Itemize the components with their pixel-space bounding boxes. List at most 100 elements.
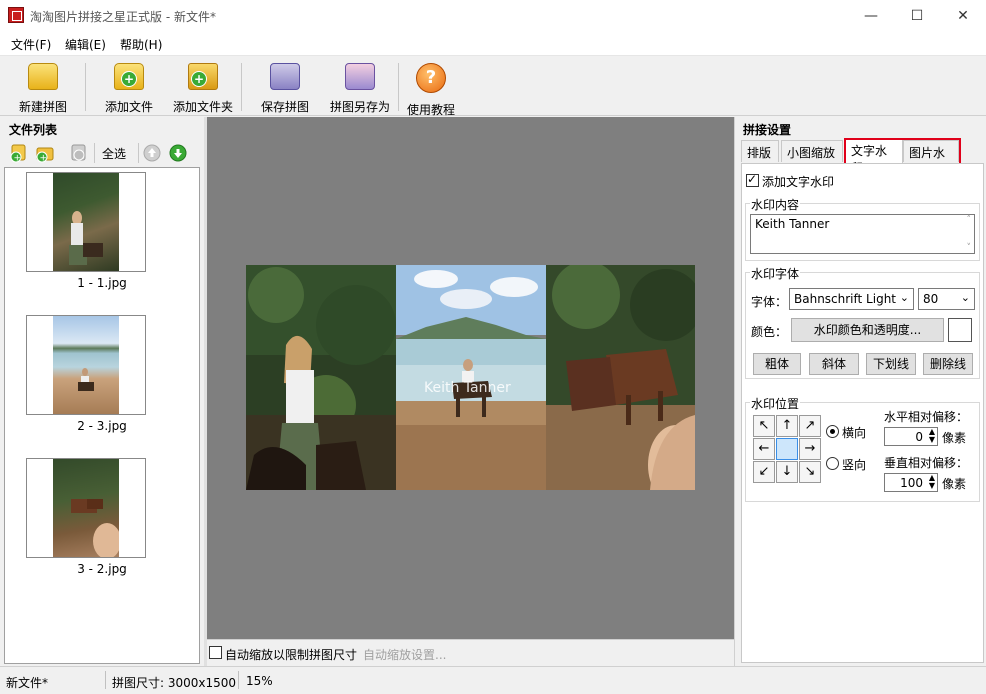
status-filename: 新文件*: [6, 676, 49, 690]
position-center-button[interactable]: [776, 438, 798, 460]
preview-canvas: Keith Tanner: [207, 117, 734, 639]
v-offset-unit: 像素: [942, 477, 967, 491]
add-files-button[interactable]: + 添加文件: [98, 57, 160, 115]
tab-thumbnail-scale[interactable]: 小图缩放: [781, 140, 843, 162]
file-thumbnail[interactable]: [26, 458, 146, 559]
font-size-select[interactable]: 80 ⌄: [918, 288, 975, 310]
watermark-content-input[interactable]: Keith Tanner ˄ ˅: [750, 214, 975, 254]
auto-scale-checkbox[interactable]: [209, 646, 222, 659]
toolbar-separator: [241, 63, 242, 111]
spin-arrows-icon[interactable]: ▲ ▼: [929, 474, 935, 490]
menu-bar: 文件(F) 编辑(E) 帮助(H): [0, 32, 986, 56]
watermark-font-group: 水印字体 字体： Bahnschrift Light ⌄ 80 ⌄ 颜色： 水印…: [745, 265, 980, 379]
settings-title: 拼接设置: [743, 123, 792, 137]
status-bar: 新文件* 拼图尺寸: 3000x1500 15%: [0, 666, 986, 694]
add-folder-button[interactable]: + 添加文件夹: [170, 57, 236, 115]
position-bottom-left-button[interactable]: ↙: [753, 461, 775, 483]
toolbar-separator: [94, 143, 95, 163]
vertical-radio[interactable]: [826, 457, 839, 470]
app-icon: [8, 7, 24, 23]
add-text-watermark-checkbox[interactable]: [746, 172, 759, 187]
position-bottom-button[interactable]: ↓: [776, 461, 798, 483]
position-left-button[interactable]: ←: [753, 438, 775, 460]
bold-button[interactable]: 粗体: [753, 353, 801, 375]
position-top-button[interactable]: ↑: [776, 415, 798, 437]
minimize-button[interactable]: —: [848, 0, 894, 32]
thumbnail-image: [53, 459, 121, 559]
add-file-small-icon[interactable]: +: [9, 143, 29, 164]
strikethrough-button[interactable]: 删除线: [923, 353, 973, 375]
h-offset-label: 水平相对偏移：: [884, 410, 969, 424]
scroll-up-icon[interactable]: ˄: [967, 215, 972, 225]
tutorial-button[interactable]: ? 使用教程: [402, 57, 460, 117]
auto-scale-settings-link[interactable]: 自动缩放设置...: [363, 646, 446, 663]
collage-panel-3: [546, 265, 695, 490]
font-name-select[interactable]: Bahnschrift Light ⌄: [789, 288, 914, 310]
file-thumbnail[interactable]: [26, 315, 146, 415]
v-offset-label: 垂直相对偏移：: [884, 456, 969, 470]
spin-arrows-icon[interactable]: ▲ ▼: [929, 428, 935, 444]
watermark-color-button[interactable]: 水印颜色和透明度...: [791, 318, 944, 342]
scroll-down-icon[interactable]: ˅: [967, 243, 972, 253]
watermark-font-title: 水印字体: [750, 265, 801, 282]
italic-button[interactable]: 斜体: [809, 353, 859, 375]
add-folder-icon: +: [188, 63, 218, 90]
position-top-right-button[interactable]: ↗: [799, 415, 821, 437]
horizontal-radio[interactable]: [826, 425, 839, 438]
save-as-icon: [345, 63, 375, 90]
file-thumbnail[interactable]: [26, 172, 146, 272]
toolbar-separator: [85, 63, 86, 111]
remove-file-icon[interactable]: [69, 143, 89, 163]
add-file-icon: +: [114, 63, 144, 90]
save-collage-button[interactable]: 保存拼图: [254, 57, 316, 115]
new-document-icon: [28, 63, 58, 90]
watermark-position-title: 水印位置: [750, 395, 801, 412]
position-top-left-button[interactable]: ↖: [753, 415, 775, 437]
tab-layout[interactable]: 排版: [741, 140, 779, 162]
menu-help[interactable]: 帮助(H): [120, 36, 162, 53]
file-list-title: 文件列表: [9, 123, 58, 137]
new-collage-label: 新建拼图: [18, 100, 67, 114]
color-swatch[interactable]: [948, 318, 972, 342]
tab-highlight-box: [844, 138, 961, 165]
menu-edit[interactable]: 编辑(E): [65, 36, 106, 53]
close-button[interactable]: ✕: [940, 0, 986, 32]
collage-preview[interactable]: [246, 265, 695, 490]
file-label: 3 - 2.jpg: [77, 562, 127, 576]
settings-panel: 拼接设置 排版 小图缩放 文字水印 图片水印 添加文字水印 水印内容 Keith…: [734, 117, 986, 666]
canvas-options-bar: 自动缩放以限制拼图尺寸 自动缩放设置...: [207, 639, 734, 666]
v-offset-value: 100: [900, 476, 923, 490]
svg-text:+: +: [40, 154, 48, 164]
horizontal-label: 横向: [842, 426, 867, 440]
status-collage-size: 拼图尺寸: 3000x1500: [112, 676, 237, 690]
select-all-button[interactable]: 全选: [102, 145, 126, 162]
underline-button[interactable]: 下划线: [866, 353, 916, 375]
new-collage-button[interactable]: 新建拼图: [12, 57, 74, 115]
save-as-button[interactable]: 拼图另存为: [326, 57, 394, 115]
move-up-icon[interactable]: [142, 143, 162, 163]
status-zoom: 15%: [246, 674, 273, 688]
h-offset-unit: 像素: [942, 431, 967, 445]
status-separator: [105, 671, 106, 689]
svg-text:+: +: [14, 154, 22, 164]
add-text-watermark-label: 添加文字水印: [762, 175, 835, 189]
maximize-button[interactable]: ☐: [894, 0, 940, 32]
menu-file[interactable]: 文件(F): [11, 36, 51, 53]
move-down-icon[interactable]: [168, 143, 188, 163]
title-bar: 淘淘图片拼接之星正式版 - 新文件* — ☐ ✕: [0, 0, 986, 32]
position-right-button[interactable]: →: [799, 438, 821, 460]
font-label: 字体：: [751, 295, 788, 309]
watermark-text-preview: Keith Tanner: [424, 380, 511, 396]
vertical-label: 竖向: [842, 458, 867, 472]
file-list[interactable]: 1 - 1.jpg 2 - 3.jpg 3 - 2.jpg: [4, 167, 200, 664]
font-name-value: Bahnschrift Light: [794, 292, 896, 306]
position-bottom-right-button[interactable]: ↘: [799, 461, 821, 483]
watermark-content-value: Keith Tanner: [755, 217, 830, 231]
save-collage-label: 保存拼图: [260, 100, 309, 114]
collage-panel-1: [246, 265, 396, 490]
watermark-content-title: 水印内容: [750, 196, 801, 213]
save-icon: [270, 63, 300, 90]
h-offset-input[interactable]: 0 ▲ ▼: [884, 427, 938, 446]
v-offset-input[interactable]: 100 ▲ ▼: [884, 473, 938, 492]
add-folder-small-icon[interactable]: +: [35, 143, 55, 164]
